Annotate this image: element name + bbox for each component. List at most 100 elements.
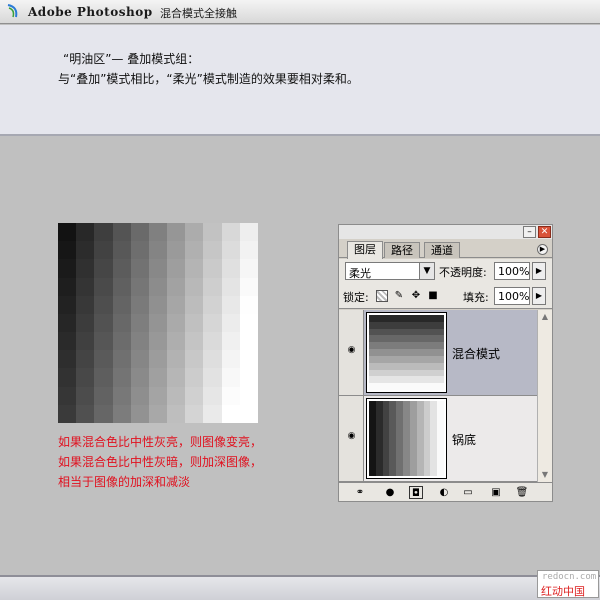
thumb-band — [369, 349, 444, 356]
gradient-cell — [239, 277, 258, 296]
fill-slider-arrow-icon[interactable]: ▶ — [532, 287, 546, 305]
app-logo-icon — [7, 4, 18, 18]
gradient-cell — [185, 259, 204, 278]
thumb-band — [423, 401, 431, 476]
gradient-cell — [148, 386, 168, 405]
gradient-cell — [94, 386, 113, 405]
gradient-cell — [94, 350, 113, 369]
layers-list: ◉ 混合模式 ◉ 锅底 — [339, 310, 537, 482]
gradient-cell — [185, 404, 204, 423]
result-gradient-grid — [58, 223, 258, 423]
gradient-cell — [112, 350, 131, 369]
gradient-cell — [221, 277, 240, 296]
gradient-cell — [148, 223, 168, 242]
lock-icon[interactable]: ■ — [427, 290, 439, 302]
gradient-cell — [76, 404, 95, 423]
tab-layers[interactable]: 图层 — [347, 241, 383, 259]
gradient-cell — [148, 259, 168, 278]
link-icon[interactable]: ⚭ — [353, 486, 367, 499]
eye-icon[interactable]: ◉ — [345, 346, 358, 355]
fx-icon[interactable]: ● — [383, 486, 397, 499]
adjustment-icon[interactable]: ◐ — [437, 486, 451, 499]
gradient-cell — [112, 386, 131, 405]
trash-icon[interactable]: 🗑 — [515, 486, 529, 499]
gradient-cell — [203, 368, 222, 387]
gradient-cell — [239, 223, 258, 242]
checker-icon[interactable] — [376, 290, 388, 302]
chevron-down-icon[interactable]: ▼ — [419, 263, 434, 279]
gradient-cell — [239, 313, 258, 333]
gradient-cell — [58, 223, 77, 242]
scroll-up-icon[interactable]: ▲ — [538, 310, 552, 324]
thumb-band — [437, 401, 444, 476]
gradient-cell — [221, 223, 240, 242]
watermark-url: redocn.com — [542, 572, 597, 582]
opacity-slider-arrow-icon[interactable]: ▶ — [532, 262, 546, 280]
gradient-cell — [221, 241, 240, 260]
gradient-cell — [148, 332, 168, 351]
minimize-button[interactable]: – — [523, 226, 536, 238]
blend-mode-select[interactable]: 柔光 ▼ — [345, 262, 435, 280]
thumb-band — [430, 401, 438, 476]
gradient-cell — [185, 277, 204, 296]
gradient-cell — [58, 259, 77, 278]
mask-icon[interactable]: ◘ — [409, 486, 423, 499]
layer-row-base[interactable]: ◉ 锅底 — [339, 396, 537, 482]
gradient-cell — [148, 313, 168, 333]
opacity-input[interactable]: 100% — [494, 262, 530, 280]
gradient-cell — [239, 241, 258, 260]
folder-icon[interactable]: ▭ — [461, 486, 475, 499]
close-button[interactable]: ✕ — [538, 226, 551, 238]
gradient-cell — [112, 313, 131, 333]
gradient-cell — [76, 223, 95, 242]
tab-channels[interactable]: 通道 — [424, 242, 460, 258]
gradient-cell — [58, 295, 77, 314]
eye-icon[interactable]: ◉ — [345, 432, 358, 441]
gradient-cell — [203, 386, 222, 405]
visibility-toggle[interactable]: ◉ — [339, 396, 364, 481]
brush-icon[interactable]: ✎ — [393, 290, 405, 302]
gradient-cell — [221, 259, 240, 278]
footer-bar — [0, 575, 600, 600]
gradient-cell — [203, 241, 222, 260]
gradient-cell — [112, 223, 131, 242]
gradient-cell — [167, 223, 186, 242]
banner-heading: “明油区”— 叠加模式组： — [63, 52, 200, 66]
panel-tabs: 图层 路径 通道 ▶ — [339, 240, 552, 259]
visibility-toggle[interactable]: ◉ — [339, 310, 364, 395]
thumb-band — [369, 321, 444, 329]
thumb-band — [369, 328, 444, 336]
new-layer-icon[interactable]: ▣ — [489, 486, 503, 499]
gradient-cell — [167, 350, 186, 369]
fill-label: 填充: — [463, 291, 489, 304]
gradient-cell — [130, 295, 149, 314]
watermark-brand: 红动中国 — [541, 585, 585, 598]
gradient-cell — [221, 350, 240, 369]
fill-input[interactable]: 100% — [494, 287, 530, 305]
gradient-cell — [130, 350, 149, 369]
gradient-cell — [203, 295, 222, 314]
app-title: Adobe Photoshop — [28, 5, 153, 19]
layer-name[interactable]: 混合模式 — [452, 345, 500, 362]
gradient-cell — [148, 295, 168, 314]
panel-menu-icon[interactable]: ▶ — [537, 244, 548, 255]
gradient-cell — [94, 241, 113, 260]
thumb-band — [396, 401, 404, 476]
layer-row-blend[interactable]: ◉ 混合模式 — [339, 310, 537, 396]
gradient-cell — [167, 277, 186, 296]
layers-toolbar: ⚭ ● ◘ ◐ ▭ ▣ 🗑 — [339, 482, 552, 501]
gradient-cell — [76, 368, 95, 387]
gradient-cell — [167, 259, 186, 278]
gradient-cell — [239, 404, 258, 423]
move-icon[interactable]: ✥ — [410, 290, 422, 302]
layer-name[interactable]: 锅底 — [452, 431, 476, 448]
gradient-cell — [185, 295, 204, 314]
gradient-cell — [148, 241, 168, 260]
tab-paths[interactable]: 路径 — [384, 242, 420, 258]
gradient-cell — [167, 368, 186, 387]
lesson-title: 混合模式全接触 — [160, 7, 237, 20]
gradient-cell — [112, 368, 131, 387]
layers-scrollbar[interactable]: ▲ ▼ — [537, 310, 552, 482]
thumb-band — [382, 401, 390, 476]
scroll-down-icon[interactable]: ▼ — [538, 468, 552, 482]
